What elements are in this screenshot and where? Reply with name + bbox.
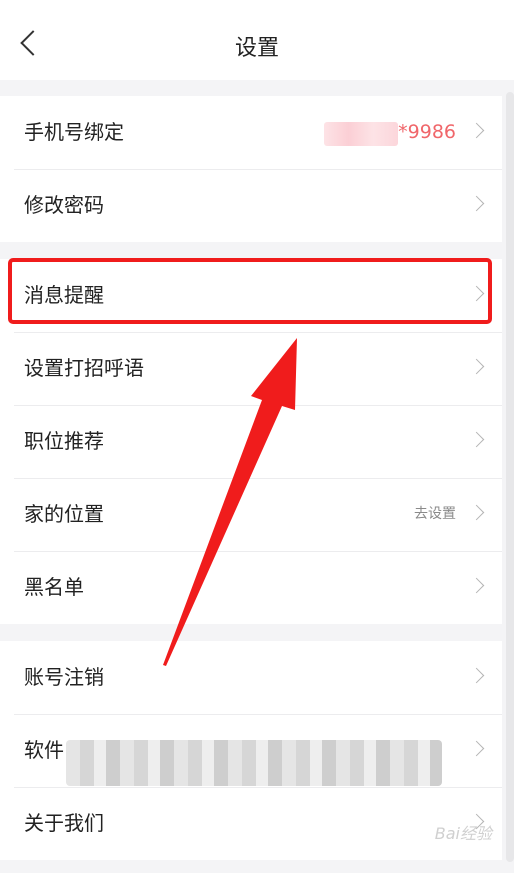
annotation-arrow	[163, 338, 297, 666]
watermark: Bai经验	[434, 824, 492, 843]
